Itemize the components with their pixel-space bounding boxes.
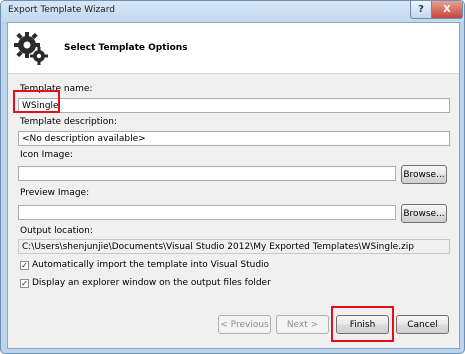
preview-image-label: Preview Image: (20, 188, 90, 198)
template-name-input[interactable]: WSingle (18, 98, 450, 113)
help-button[interactable]: ? (410, 1, 432, 19)
output-location-label: Output location: (20, 226, 93, 236)
auto-import-label[interactable]: Automatically import the template into V… (32, 260, 269, 270)
window-title: Export Template Wizard (8, 5, 115, 15)
wizard-content: Select Template Options Template name: W… (7, 22, 460, 349)
output-location-field: C:\Users\shenjunjie\Documents\Visual Stu… (18, 239, 450, 254)
wizard-header: Select Template Options (8, 23, 459, 74)
previous-button[interactable]: < Previous (218, 315, 271, 334)
display-explorer-checkbox[interactable]: ✓ (20, 279, 29, 288)
display-explorer-label[interactable]: Display an explorer window on the output… (32, 278, 271, 288)
preview-image-input[interactable] (18, 205, 396, 220)
preview-browse-button[interactable]: Browse... (401, 204, 447, 223)
template-name-label: Template name: (20, 84, 93, 94)
title-bar: Export Template Wizard ? X (1, 1, 464, 22)
gear-icon (14, 32, 48, 65)
close-button[interactable]: X (431, 1, 463, 19)
template-description-input[interactable]: <No description available> (18, 131, 450, 146)
icon-image-label: Icon Image: (20, 150, 73, 160)
auto-import-checkbox[interactable]: ✓ (20, 261, 29, 270)
icon-browse-button[interactable]: Browse... (401, 165, 447, 184)
next-button[interactable]: Next > (276, 315, 329, 334)
finish-button[interactable]: Finish (336, 315, 389, 334)
export-template-wizard-window: Export Template Wizard ? X Select Templa… (0, 0, 465, 354)
icon-image-input[interactable] (18, 166, 396, 181)
template-description-label: Template description: (20, 117, 118, 127)
page-title: Select Template Options (64, 43, 188, 53)
cancel-button[interactable]: Cancel (396, 315, 449, 334)
